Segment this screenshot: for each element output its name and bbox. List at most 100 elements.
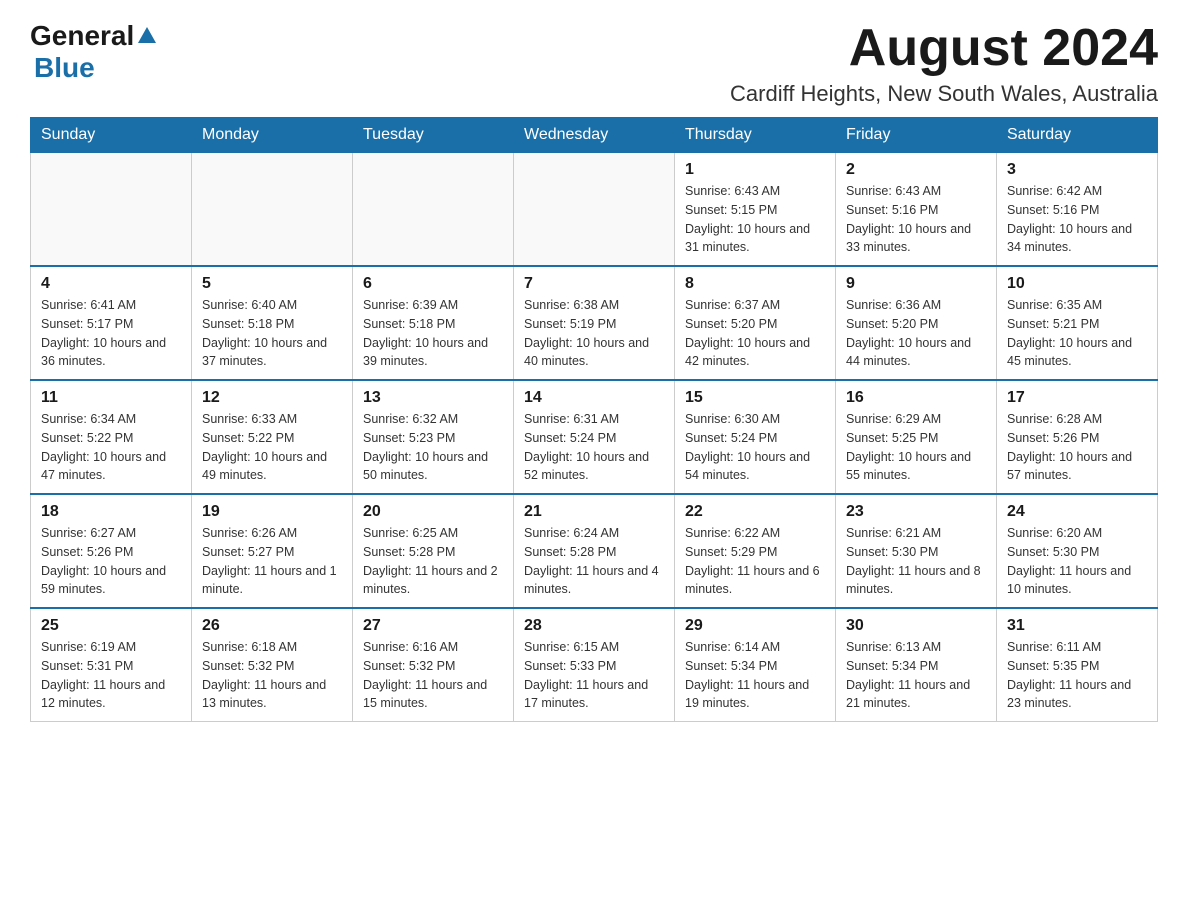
calendar-cell: 12 Sunrise: 6:33 AM Sunset: 5:22 PM Dayli… — [192, 380, 353, 494]
day-number: 19 — [202, 503, 342, 521]
calendar-table: SundayMondayTuesdayWednesdayThursdayFrid… — [30, 117, 1158, 722]
calendar-cell: 2 Sunrise: 6:43 AM Sunset: 5:16 PM Daylig… — [836, 153, 997, 267]
calendar-cell: 23 Sunrise: 6:21 AM Sunset: 5:30 PM Dayli… — [836, 494, 997, 608]
day-number: 6 — [363, 275, 503, 293]
calendar-cell: 28 Sunrise: 6:15 AM Sunset: 5:33 PM Dayli… — [514, 608, 675, 722]
day-number: 11 — [41, 389, 181, 407]
month-title: August 2024 — [730, 20, 1158, 77]
day-info: Sunrise: 6:29 AM Sunset: 5:25 PM Dayligh… — [846, 410, 986, 485]
day-info: Sunrise: 6:40 AM Sunset: 5:18 PM Dayligh… — [202, 296, 342, 371]
day-number: 4 — [41, 275, 181, 293]
column-header-friday: Friday — [836, 118, 997, 153]
calendar-week-row: 25 Sunrise: 6:19 AM Sunset: 5:31 PM Dayli… — [31, 608, 1158, 722]
calendar-cell: 19Sunrise: 6:26 AM Sunset: 5:27 PM Dayli… — [192, 494, 353, 608]
logo: General Blue — [30, 20, 158, 84]
day-number: 7 — [524, 275, 664, 293]
calendar-week-row: 11 Sunrise: 6:34 AM Sunset: 5:22 PM Dayli… — [31, 380, 1158, 494]
day-number: 29 — [685, 617, 825, 635]
calendar-cell: 30 Sunrise: 6:13 AM Sunset: 5:34 PM Dayli… — [836, 608, 997, 722]
day-info: Sunrise: 6:42 AM Sunset: 5:16 PM Dayligh… — [1007, 182, 1147, 257]
day-number: 17 — [1007, 389, 1147, 407]
column-header-sunday: Sunday — [31, 118, 192, 153]
day-number: 8 — [685, 275, 825, 293]
day-number: 9 — [846, 275, 986, 293]
day-number: 23 — [846, 503, 986, 521]
column-header-thursday: Thursday — [675, 118, 836, 153]
day-info: Sunrise: 6:31 AM Sunset: 5:24 PM Dayligh… — [524, 410, 664, 485]
calendar-cell: 20Sunrise: 6:25 AM Sunset: 5:28 PM Dayli… — [353, 494, 514, 608]
day-number: 15 — [685, 389, 825, 407]
day-number: 16 — [846, 389, 986, 407]
day-info: Sunrise: 6:19 AM Sunset: 5:31 PM Dayligh… — [41, 638, 181, 713]
day-number: 13 — [363, 389, 503, 407]
day-number: 1 — [685, 161, 825, 179]
day-info: Sunrise: 6:20 AM Sunset: 5:30 PM Dayligh… — [1007, 524, 1147, 599]
column-header-wednesday: Wednesday — [514, 118, 675, 153]
day-number: 20 — [363, 503, 503, 521]
calendar-cell: 9 Sunrise: 6:36 AM Sunset: 5:20 PM Daylig… — [836, 266, 997, 380]
day-info: Sunrise: 6:34 AM Sunset: 5:22 PM Dayligh… — [41, 410, 181, 485]
day-info: Sunrise: 6:38 AM Sunset: 5:19 PM Dayligh… — [524, 296, 664, 371]
day-info: Sunrise: 6:27 AM Sunset: 5:26 PM Dayligh… — [41, 524, 181, 599]
calendar-header-row: SundayMondayTuesdayWednesdayThursdayFrid… — [31, 118, 1158, 153]
calendar-week-row: 4 Sunrise: 6:41 AM Sunset: 5:17 PM Daylig… — [31, 266, 1158, 380]
calendar-cell — [31, 153, 192, 267]
logo-blue-text: Blue — [34, 52, 95, 83]
day-number: 2 — [846, 161, 986, 179]
day-info: Sunrise: 6:14 AM Sunset: 5:34 PM Dayligh… — [685, 638, 825, 713]
day-number: 21 — [524, 503, 664, 521]
day-info: Sunrise: 6:35 AM Sunset: 5:21 PM Dayligh… — [1007, 296, 1147, 371]
calendar-cell: 24Sunrise: 6:20 AM Sunset: 5:30 PM Dayli… — [997, 494, 1158, 608]
calendar-cell: 13 Sunrise: 6:32 AM Sunset: 5:23 PM Dayli… — [353, 380, 514, 494]
day-info: Sunrise: 6:33 AM Sunset: 5:22 PM Dayligh… — [202, 410, 342, 485]
day-info: Sunrise: 6:30 AM Sunset: 5:24 PM Dayligh… — [685, 410, 825, 485]
day-info: Sunrise: 6:22 AM Sunset: 5:29 PM Dayligh… — [685, 524, 825, 599]
calendar-week-row: 18Sunrise: 6:27 AM Sunset: 5:26 PM Dayli… — [31, 494, 1158, 608]
calendar-cell: 22 Sunrise: 6:22 AM Sunset: 5:29 PM Dayli… — [675, 494, 836, 608]
day-number: 12 — [202, 389, 342, 407]
day-info: Sunrise: 6:18 AM Sunset: 5:32 PM Dayligh… — [202, 638, 342, 713]
day-number: 27 — [363, 617, 503, 635]
calendar-cell: 26 Sunrise: 6:18 AM Sunset: 5:32 PM Dayli… — [192, 608, 353, 722]
calendar-cell — [514, 153, 675, 267]
day-number: 3 — [1007, 161, 1147, 179]
day-number: 28 — [524, 617, 664, 635]
day-number: 25 — [41, 617, 181, 635]
day-info: Sunrise: 6:13 AM Sunset: 5:34 PM Dayligh… — [846, 638, 986, 713]
calendar-cell — [192, 153, 353, 267]
day-info: Sunrise: 6:32 AM Sunset: 5:23 PM Dayligh… — [363, 410, 503, 485]
calendar-cell: 18Sunrise: 6:27 AM Sunset: 5:26 PM Dayli… — [31, 494, 192, 608]
day-number: 22 — [685, 503, 825, 521]
day-info: Sunrise: 6:41 AM Sunset: 5:17 PM Dayligh… — [41, 296, 181, 371]
calendar-cell: 8 Sunrise: 6:37 AM Sunset: 5:20 PM Daylig… — [675, 266, 836, 380]
day-info: Sunrise: 6:24 AM Sunset: 5:28 PM Dayligh… — [524, 524, 664, 599]
logo-general-text: General — [30, 20, 134, 52]
calendar-cell: 27 Sunrise: 6:16 AM Sunset: 5:32 PM Dayli… — [353, 608, 514, 722]
calendar-cell: 6Sunrise: 6:39 AM Sunset: 5:18 PM Daylig… — [353, 266, 514, 380]
calendar-cell — [353, 153, 514, 267]
column-header-tuesday: Tuesday — [353, 118, 514, 153]
calendar-cell: 15 Sunrise: 6:30 AM Sunset: 5:24 PM Dayli… — [675, 380, 836, 494]
day-number: 26 — [202, 617, 342, 635]
calendar-cell: 16 Sunrise: 6:29 AM Sunset: 5:25 PM Dayli… — [836, 380, 997, 494]
calendar-cell: 25 Sunrise: 6:19 AM Sunset: 5:31 PM Dayli… — [31, 608, 192, 722]
title-section: August 2024 Cardiff Heights, New South W… — [730, 20, 1158, 107]
calendar-cell: 3 Sunrise: 6:42 AM Sunset: 5:16 PM Daylig… — [997, 153, 1158, 267]
column-header-saturday: Saturday — [997, 118, 1158, 153]
calendar-cell: 31Sunrise: 6:11 AM Sunset: 5:35 PM Dayli… — [997, 608, 1158, 722]
day-info: Sunrise: 6:15 AM Sunset: 5:33 PM Dayligh… — [524, 638, 664, 713]
day-info: Sunrise: 6:36 AM Sunset: 5:20 PM Dayligh… — [846, 296, 986, 371]
location-title: Cardiff Heights, New South Wales, Austra… — [730, 81, 1158, 107]
calendar-cell: 11 Sunrise: 6:34 AM Sunset: 5:22 PM Dayli… — [31, 380, 192, 494]
calendar-cell: 21 Sunrise: 6:24 AM Sunset: 5:28 PM Dayli… — [514, 494, 675, 608]
day-info: Sunrise: 6:21 AM Sunset: 5:30 PM Dayligh… — [846, 524, 986, 599]
calendar-cell: 7 Sunrise: 6:38 AM Sunset: 5:19 PM Daylig… — [514, 266, 675, 380]
day-number: 30 — [846, 617, 986, 635]
day-number: 10 — [1007, 275, 1147, 293]
day-info: Sunrise: 6:43 AM Sunset: 5:16 PM Dayligh… — [846, 182, 986, 257]
calendar-cell: 10 Sunrise: 6:35 AM Sunset: 5:21 PM Dayli… — [997, 266, 1158, 380]
calendar-cell: 14Sunrise: 6:31 AM Sunset: 5:24 PM Dayli… — [514, 380, 675, 494]
day-info: Sunrise: 6:16 AM Sunset: 5:32 PM Dayligh… — [363, 638, 503, 713]
day-info: Sunrise: 6:37 AM Sunset: 5:20 PM Dayligh… — [685, 296, 825, 371]
calendar-cell: 5Sunrise: 6:40 AM Sunset: 5:18 PM Daylig… — [192, 266, 353, 380]
